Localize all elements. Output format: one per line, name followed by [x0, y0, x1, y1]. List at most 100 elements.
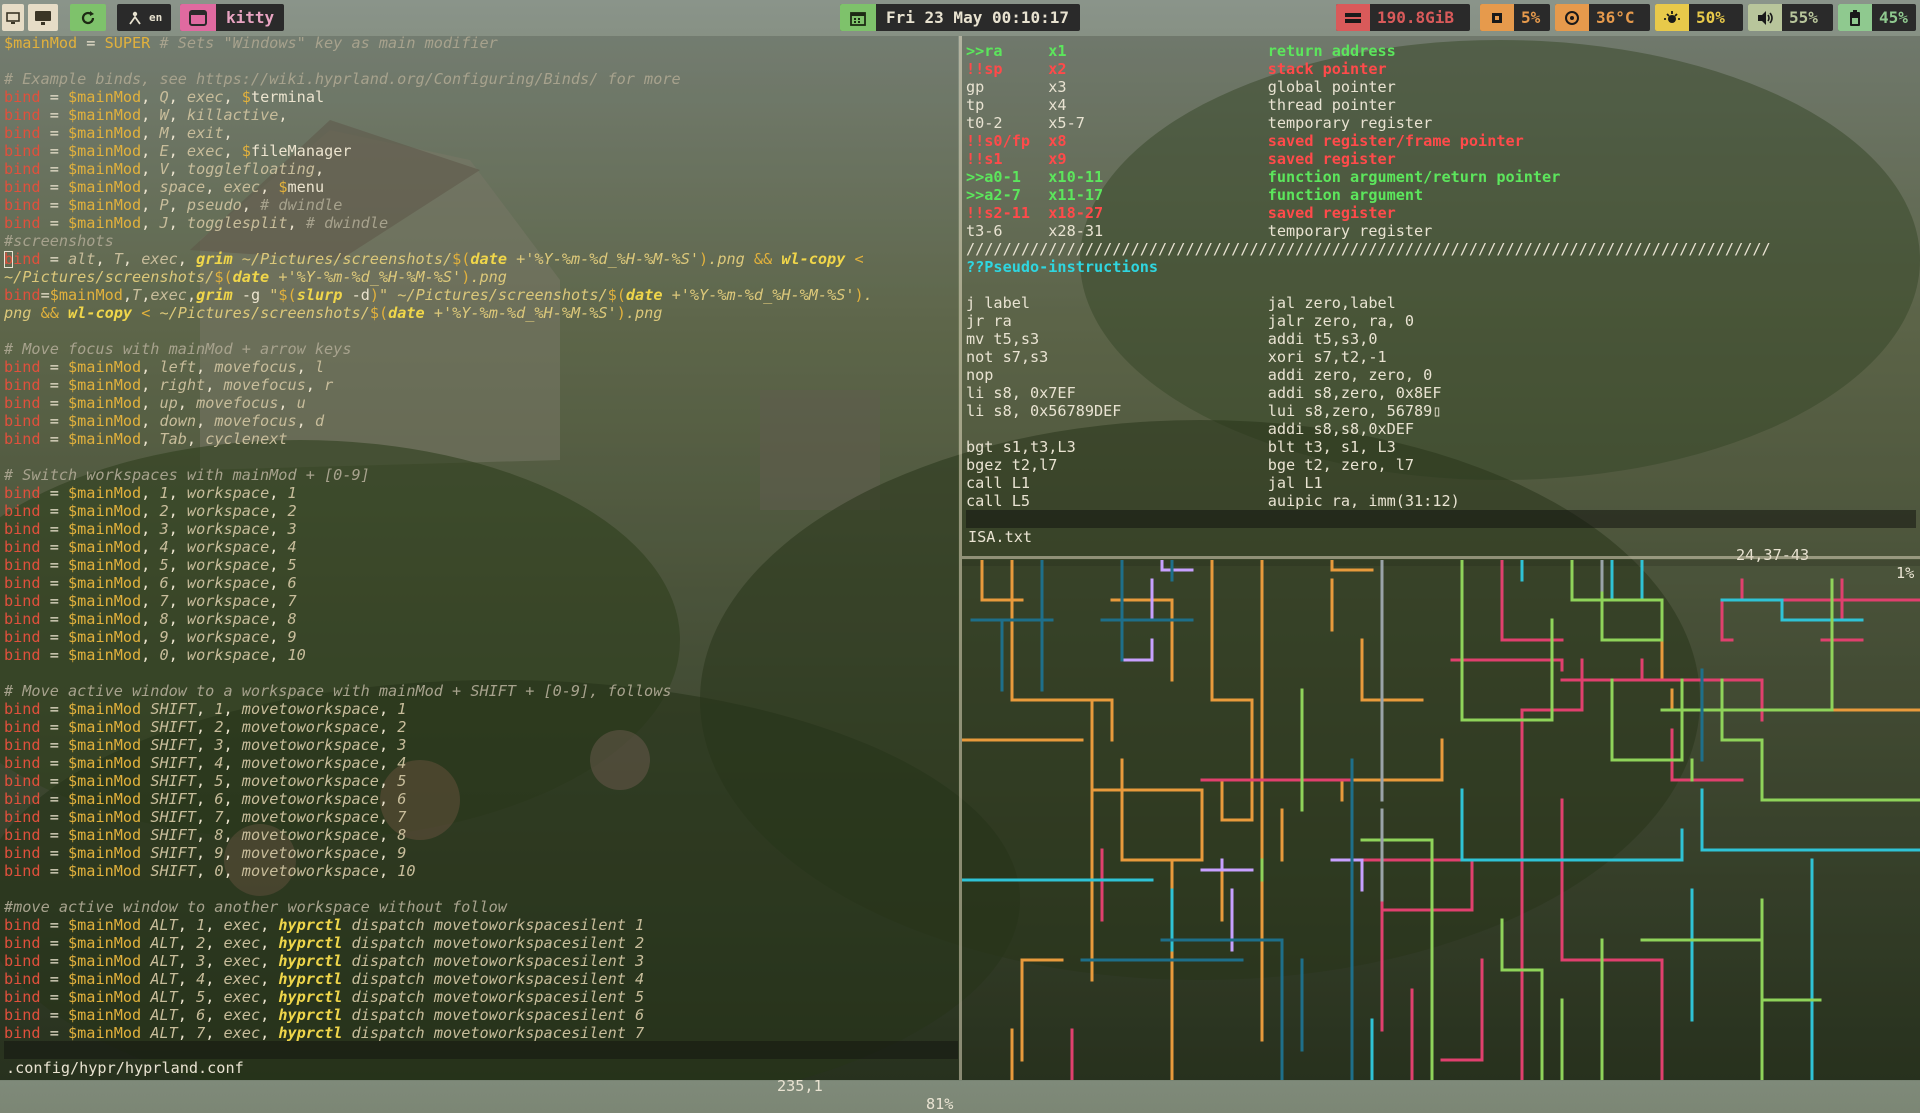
- code-token: ,: [177, 934, 197, 952]
- code-token: 7: [397, 808, 407, 826]
- code-token: $mainMod: [68, 610, 142, 628]
- code-token: ,: [205, 934, 224, 952]
- code-token: $mainMod: [68, 1024, 142, 1042]
- code-token: nop addi zero, zero, 0: [966, 366, 1433, 384]
- code-token: -d: [342, 286, 370, 304]
- temperature-value: 36°C: [1596, 8, 1635, 27]
- code-token: ,: [378, 736, 398, 754]
- code-token: # dwindle: [260, 196, 343, 214]
- code-token: ,: [141, 124, 160, 142]
- brightness-widget[interactable]: 50%: [1655, 4, 1743, 31]
- code-token: movetoworkspace: [241, 754, 379, 772]
- code-token: =: [40, 124, 69, 142]
- code-token: ,: [141, 610, 160, 628]
- volume-widget[interactable]: 55%: [1748, 4, 1833, 31]
- battery-value: 45%: [1879, 8, 1908, 27]
- code-token: bind: [4, 610, 41, 628]
- code-token: 10: [397, 862, 416, 880]
- code-token: grim: [196, 286, 233, 304]
- code-token: hyprctl: [278, 934, 343, 952]
- pipe-segment: [980, 560, 1024, 602]
- code-token: =: [40, 1006, 69, 1024]
- code-token: $: [278, 178, 288, 196]
- code-token: ,: [168, 520, 187, 538]
- code-token: ,: [141, 412, 160, 430]
- code-token: bind: [4, 358, 41, 376]
- code-token: ,: [205, 178, 224, 196]
- memory-icon: [1336, 4, 1370, 31]
- code-token: ,: [168, 214, 187, 232]
- code-token: not s7,s3 xori s7,t2,-1: [966, 348, 1387, 366]
- code-token: ALT: [150, 988, 178, 1006]
- code-token: $mainMod: [68, 358, 142, 376]
- code-token: SHIFT: [150, 754, 197, 772]
- keyboard-layout-icon: [117, 4, 145, 31]
- code-token: 8: [287, 610, 297, 628]
- code-token: 1: [214, 700, 224, 718]
- code-token: =: [40, 178, 69, 196]
- config-line: bind = $mainMod, down, movefocus, d: [4, 412, 958, 430]
- code-token: bind: [4, 1024, 41, 1042]
- code-token: ,: [141, 178, 160, 196]
- code-token: 3: [196, 952, 206, 970]
- config-line: bind = $mainMod, up, movefocus, u: [4, 394, 958, 412]
- code-token: E: [159, 142, 169, 160]
- left-editor-statusline: .config/hypr/hyprland.conf 235,1 81%: [4, 1041, 958, 1113]
- code-token: ,: [122, 286, 133, 304]
- code-token: >>a0-1 x10-11 function argument/return p…: [966, 168, 1561, 186]
- code-token: $mainMod: [68, 646, 142, 664]
- refresh-button[interactable]: [70, 4, 106, 31]
- code-token: workspace: [186, 646, 270, 664]
- code-token: $(: [452, 250, 471, 268]
- config-line: bind = $mainMod SHIFT, 1, movetoworkspac…: [4, 700, 958, 718]
- code-token: ,: [223, 736, 242, 754]
- cpu-widget[interactable]: 5%: [1480, 4, 1550, 31]
- code-token: ,: [141, 484, 160, 502]
- code-token: 8: [214, 826, 224, 844]
- code-token: exec: [223, 970, 261, 988]
- code-token: u: [296, 394, 306, 412]
- code-token: ,: [168, 142, 187, 160]
- code-token: ,: [378, 700, 398, 718]
- temperature-widget[interactable]: 36°C: [1555, 4, 1650, 31]
- code-token: ,: [196, 358, 215, 376]
- code-token: movetoworkspace: [241, 844, 379, 862]
- code-token: # Sets "Windows" key as main modifier: [150, 34, 498, 52]
- code-token: ,: [196, 700, 215, 718]
- code-token: date: [625, 286, 663, 304]
- code-token: ,: [141, 358, 160, 376]
- launcher-button[interactable]: [2, 4, 24, 31]
- config-line: bind = $mainMod, 2, workspace, 2: [4, 502, 958, 520]
- hyprland-config-editor[interactable]: $mainMod = SUPER # Sets "Windows" key as…: [4, 34, 958, 1048]
- pipe-segment: [1330, 560, 1374, 572]
- code-token: workspace: [186, 574, 270, 592]
- code-token: ??Pseudo-instructions: [966, 258, 1159, 276]
- code-token: exec: [223, 952, 261, 970]
- clock-widget[interactable]: Fri 23 May 00:10:17: [840, 4, 1080, 31]
- code-token: right: [159, 376, 206, 394]
- memory-widget[interactable]: 190.8GiB: [1336, 4, 1470, 31]
- config-line: bind = $mainMod, 0, workspace, 10: [4, 646, 958, 664]
- code-token: $(: [369, 304, 389, 322]
- code-token: bind: [4, 592, 41, 610]
- desktop-button[interactable]: [28, 4, 58, 31]
- code-token: ,: [260, 1006, 279, 1024]
- battery-widget[interactable]: 45%: [1838, 4, 1916, 31]
- active-window-indicator[interactable]: kitty: [180, 4, 284, 31]
- config-line: png && wl-copy < ~/Pictures/screenshots/…: [4, 304, 958, 322]
- code-token: 4: [214, 754, 224, 772]
- config-line: [4, 664, 958, 682]
- keyboard-layout-indicator[interactable]: en: [117, 4, 171, 31]
- code-token: bgt s1,t3,L3 blt t3, s1, L3: [966, 438, 1396, 456]
- code-token: =: [40, 916, 69, 934]
- code-token: png: [4, 304, 41, 322]
- code-token: $mainMod: [68, 142, 142, 160]
- code-token: ,: [168, 196, 187, 214]
- pipe-segment: [1330, 858, 1364, 892]
- code-token: 0: [159, 646, 169, 664]
- config-line: bind = $mainMod SHIFT, 2, movetoworkspac…: [4, 718, 958, 736]
- code-token: 2: [159, 502, 169, 520]
- isa-text-editor[interactable]: >>ra x1 return address !!sp x2 stack poin…: [966, 42, 1916, 510]
